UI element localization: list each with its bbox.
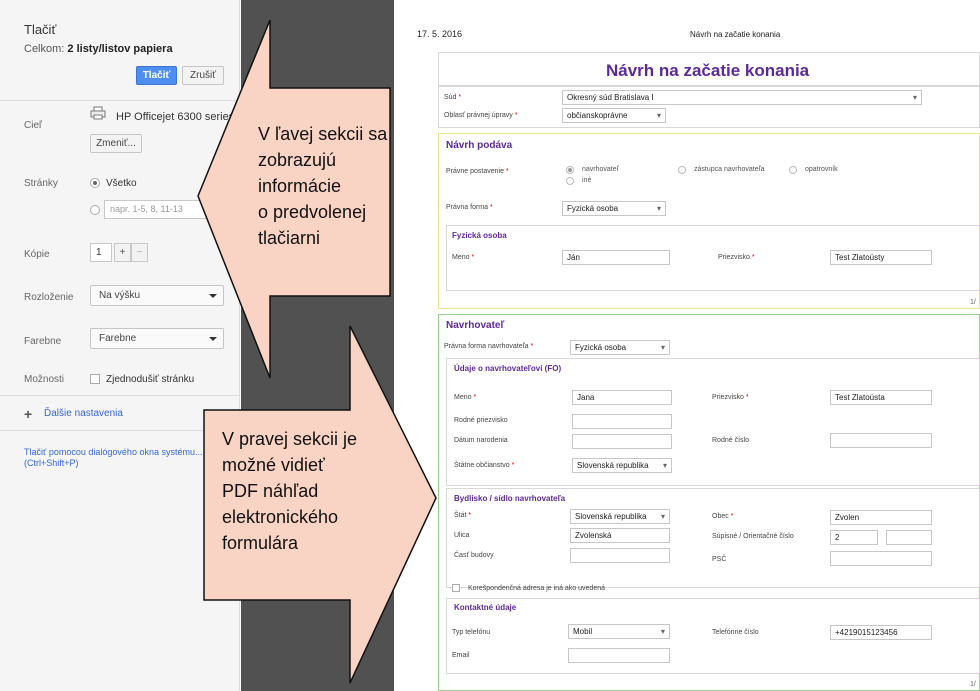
callout-line: formulára — [222, 533, 299, 553]
callout-line: V pravej sekcii je — [222, 429, 358, 449]
callout-line: zobrazujú — [258, 150, 337, 170]
callout-line: možné vidieť — [222, 455, 325, 475]
callout-line: informácie — [258, 176, 342, 196]
callout-line: PDF náhľad — [222, 481, 319, 501]
callout-line: tlačiarni — [258, 228, 321, 248]
callout-arrows — [197, 19, 437, 684]
callout-line: V ľavej sekcii sa — [258, 124, 388, 144]
callout-line: o predvolenej — [258, 202, 367, 222]
callout-line: elektronického — [222, 507, 339, 527]
right-callout-text: V pravej sekcii je možné vidieť PDF náhľ… — [222, 426, 357, 556]
left-callout-text: V ľavej sekcii sa zobrazujú informácie o… — [258, 121, 387, 251]
